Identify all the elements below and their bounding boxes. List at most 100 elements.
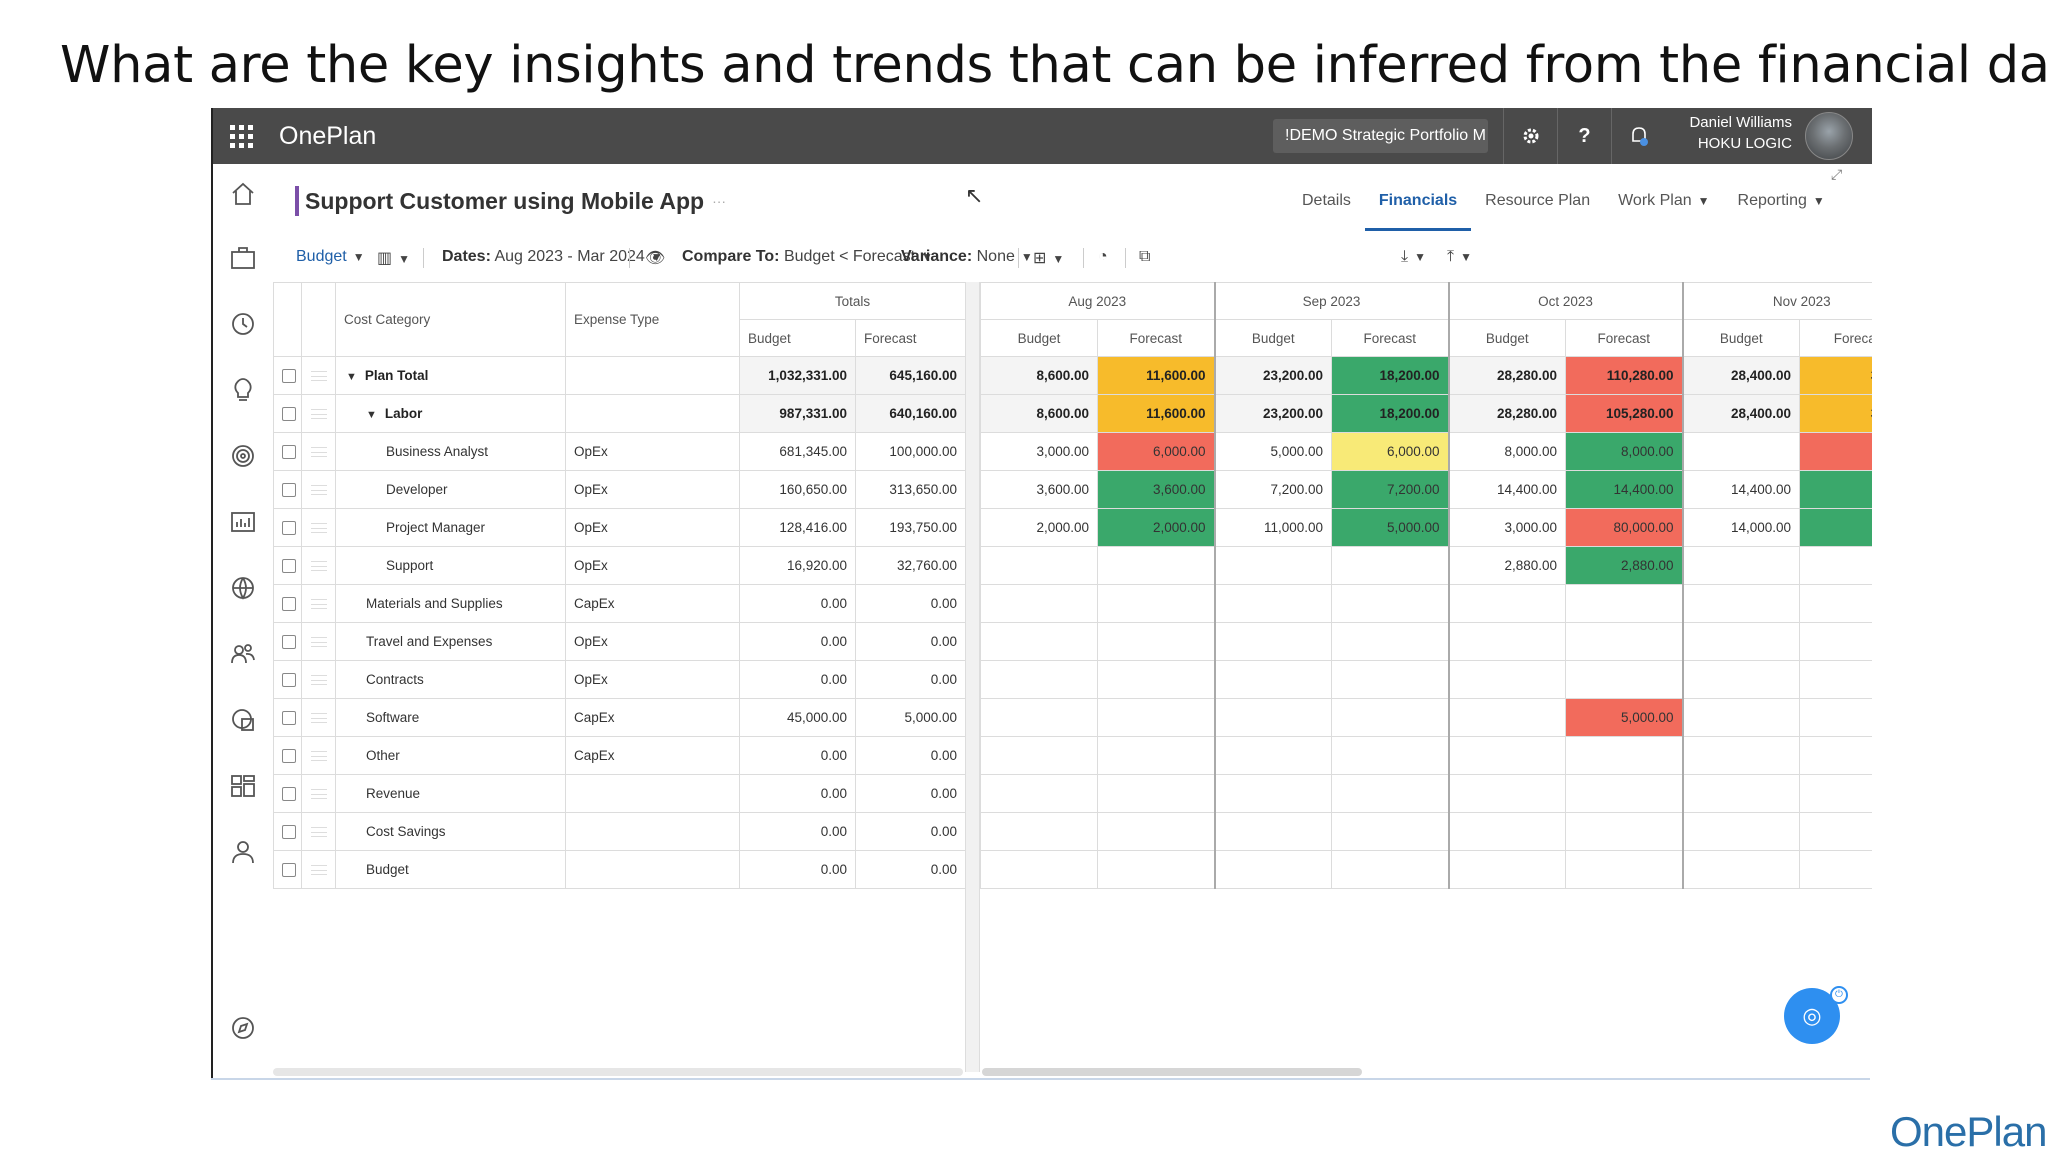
tab-reporting[interactable]: Reporting ▼ — [1724, 188, 1839, 231]
month-budget-cell[interactable] — [1447, 698, 1566, 737]
person-icon[interactable] — [227, 836, 259, 868]
month-budget-cell[interactable]: 14,000.00 — [1681, 508, 1801, 547]
tab-work-plan[interactable]: Work Plan ▼ — [1604, 188, 1723, 231]
columns-dropdown[interactable]: ▥ ▼ — [377, 248, 410, 268]
table-row[interactable]: Revenue 0.00 0.00 — [273, 774, 966, 813]
month-budget-cell[interactable] — [1681, 698, 1801, 737]
total-budget-cell[interactable]: 16,920.00 — [739, 546, 856, 585]
month-budget-header[interactable]: Budget — [1447, 319, 1566, 357]
total-budget-cell[interactable]: 0.00 — [739, 584, 856, 623]
help-button[interactable]: ? — [1557, 108, 1611, 164]
month-forecast-cell[interactable] — [1331, 736, 1449, 775]
table-row[interactable]: Project Manager OpEx 128,416.00 193,750.00 — [273, 508, 966, 547]
month-forecast-cell[interactable]: 5,000.00 — [1331, 508, 1449, 547]
target-icon[interactable] — [227, 440, 259, 472]
month-forecast-cell[interactable] — [1799, 622, 1872, 661]
table-row[interactable] — [980, 774, 1872, 813]
drag-handle-icon[interactable] — [310, 409, 327, 420]
total-forecast-cell[interactable]: 0.00 — [855, 774, 966, 813]
chart-icon[interactable] — [227, 506, 259, 538]
month-budget-cell[interactable] — [1213, 736, 1332, 775]
drag-handle-icon[interactable] — [310, 371, 327, 382]
total-forecast-cell[interactable]: 0.00 — [855, 812, 966, 851]
month-forecast-cell[interactable] — [1097, 546, 1215, 585]
row-checkbox[interactable] — [282, 787, 296, 802]
table-row[interactable]: Support OpEx 16,920.00 32,760.00 — [273, 546, 966, 585]
lightbulb-icon[interactable] — [227, 374, 259, 406]
total-budget-cell[interactable]: 0.00 — [739, 736, 856, 775]
table-row[interactable] — [980, 660, 1872, 699]
table-row[interactable]: 2,880.00 2,880.00 — [980, 546, 1872, 585]
table-row[interactable]: Other CapEx 0.00 0.00 — [273, 736, 966, 775]
notifications-button[interactable] — [1611, 108, 1665, 164]
users-icon[interactable] — [227, 638, 259, 670]
row-checkbox[interactable] — [282, 863, 296, 878]
table-row[interactable]: Travel and Expenses OpEx 0.00 0.00 — [273, 622, 966, 661]
month-forecast-cell[interactable] — [1097, 736, 1215, 775]
month-budget-cell[interactable] — [980, 736, 1098, 775]
month-forecast-cell[interactable] — [1097, 850, 1215, 889]
table-row[interactable]: 3,600.00 3,600.00 7,200.00 7,200.00 14,400.0… — [980, 470, 1872, 509]
month-forecast-cell[interactable]: 35,400 — [1799, 356, 1872, 395]
month-forecast-cell[interactable]: 14,40 — [1799, 470, 1872, 509]
total-forecast-cell[interactable]: 0.00 — [855, 736, 966, 775]
tab-financials[interactable]: Financials — [1364, 188, 1472, 231]
total-budget-cell[interactable]: 987,331.00 — [739, 394, 856, 433]
left-horizontal-scrollbar[interactable] — [273, 1068, 963, 1076]
month-budget-cell[interactable] — [1681, 660, 1801, 699]
table-row[interactable]: 8,600.00 11,600.00 23,200.00 18,200.00 28,28… — [980, 356, 1872, 395]
variance-dropdown[interactable]: Variance: None ▼ — [901, 248, 1033, 266]
month-forecast-cell[interactable]: 14,00 — [1799, 508, 1872, 547]
table-row[interactable]: 5,000.00 — [980, 698, 1872, 737]
month-forecast-cell[interactable]: 35,400 — [1799, 394, 1872, 433]
month-forecast-cell[interactable]: 6,000.00 — [1097, 432, 1215, 471]
row-checkbox[interactable] — [282, 711, 296, 726]
table-row[interactable]: Contracts OpEx 0.00 0.00 — [273, 660, 966, 699]
total-budget-cell[interactable]: 0.00 — [739, 622, 856, 661]
row-checkbox[interactable] — [282, 559, 296, 574]
dashboard-icon[interactable] — [227, 770, 259, 802]
month-forecast-cell[interactable] — [1331, 622, 1449, 661]
expand-toggle-icon[interactable]: ▼ — [366, 409, 377, 421]
month-budget-cell[interactable]: 3,000.00 — [1447, 508, 1566, 547]
total-budget-cell[interactable]: 0.00 — [739, 812, 856, 851]
palette-icon[interactable]: ◔ — [1098, 248, 1108, 266]
month-forecast-header[interactable]: Forecast — [1331, 319, 1449, 357]
month-forecast-cell[interactable] — [1331, 584, 1449, 623]
table-row[interactable] — [980, 622, 1872, 661]
month-budget-cell[interactable]: 2,880.00 — [1447, 546, 1566, 585]
month-budget-cell[interactable] — [980, 584, 1098, 623]
upload-dropdown[interactable]: ⤒ ▼ — [1447, 248, 1472, 266]
total-forecast-cell[interactable]: 0.00 — [855, 660, 966, 699]
month-budget-cell[interactable] — [1681, 812, 1801, 851]
month-forecast-cell[interactable] — [1097, 584, 1215, 623]
month-budget-cell[interactable]: 2,000.00 — [980, 508, 1098, 547]
month-forecast-cell[interactable] — [1097, 774, 1215, 813]
month-budget-cell[interactable] — [1681, 546, 1801, 585]
report-icon[interactable] — [227, 704, 259, 736]
total-budget-cell[interactable]: 681,345.00 — [739, 432, 856, 471]
tab-details[interactable]: Details — [1288, 188, 1365, 231]
row-checkbox[interactable] — [282, 597, 296, 612]
table-row[interactable]: Business Analyst OpEx 681,345.00 100,000.00 — [273, 432, 966, 471]
month-forecast-cell[interactable]: 14,400.00 — [1564, 470, 1684, 509]
month-budget-cell[interactable]: 28,400.00 — [1681, 356, 1801, 395]
month-forecast-header[interactable]: Forecast — [1799, 319, 1872, 357]
month-forecast-cell[interactable] — [1097, 698, 1215, 737]
month-budget-cell[interactable]: 14,400.00 — [1681, 470, 1801, 509]
drag-handle-icon[interactable] — [310, 675, 327, 686]
portfolio-selector[interactable]: !DEMO Strategic Portfolio M — [1273, 119, 1488, 153]
drag-handle-icon[interactable] — [310, 751, 327, 762]
table-row[interactable] — [980, 812, 1872, 851]
month-forecast-cell[interactable] — [1564, 736, 1684, 775]
row-checkbox[interactable] — [282, 749, 296, 764]
month-forecast-cell[interactable]: 3,600.00 — [1097, 470, 1215, 509]
table-row[interactable]: Budget 0.00 0.00 — [273, 850, 966, 889]
month-forecast-cell[interactable]: 2,000.00 — [1097, 508, 1215, 547]
month-forecast-cell[interactable] — [1799, 546, 1872, 585]
month-budget-cell[interactable]: 28,280.00 — [1447, 394, 1566, 433]
month-forecast-cell[interactable]: 18,200.00 — [1331, 394, 1449, 433]
eye-icon[interactable]: 👁 — [645, 248, 665, 268]
row-checkbox[interactable] — [282, 369, 296, 384]
month-budget-cell[interactable] — [980, 660, 1098, 699]
